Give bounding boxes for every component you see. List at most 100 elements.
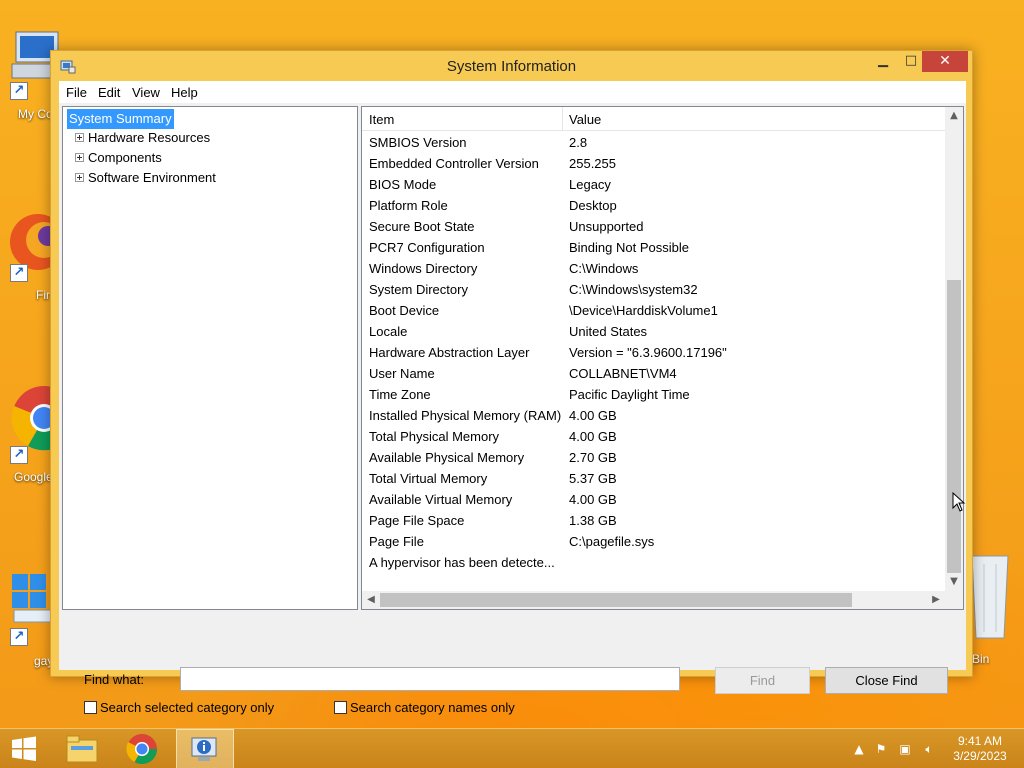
row-value-cell: 2.8 — [569, 135, 588, 150]
table-row[interactable]: Installed Physical Memory (RAM) 4.00 GB — [362, 405, 945, 426]
row-value-cell: Unsupported — [569, 219, 644, 234]
checkbox-label: Search selected category only — [100, 700, 275, 715]
taskbar-system-information[interactable] — [176, 729, 234, 768]
row-value-cell: Legacy — [569, 177, 611, 192]
row-value-cell: 255.255 — [569, 156, 616, 171]
table-row[interactable]: A hypervisor has been detecte... — [362, 552, 945, 573]
horizontal-scrollbar[interactable]: ◀ ▶ — [362, 591, 945, 609]
row-item-cell: PCR7 Configuration — [369, 240, 485, 255]
expand-plus-icon[interactable] — [75, 153, 84, 162]
title-bar[interactable]: System Information ▁ □ ✕ — [51, 51, 972, 81]
minimize-icon: ▁ — [878, 53, 888, 68]
row-value-cell: Binding Not Possible — [569, 240, 689, 255]
windows-logo-icon — [12, 736, 36, 761]
row-value-cell: 2.70 GB — [569, 450, 617, 465]
close-button[interactable]: ✕ — [922, 51, 968, 72]
table-row[interactable]: User Name COLLABNET\VM4 — [362, 363, 945, 384]
show-hidden-icons-chevron-icon[interactable]: ▲ — [851, 741, 867, 757]
table-row[interactable]: Locale United States — [362, 321, 945, 342]
row-item-cell: System Directory — [369, 282, 468, 297]
row-value-cell: 4.00 GB — [569, 408, 617, 423]
desktop-icon-label: Google — [14, 470, 53, 484]
table-row[interactable]: Available Virtual Memory 4.00 GB — [362, 489, 945, 510]
network-icon[interactable]: ▣ — [897, 741, 913, 757]
volume-muted-icon[interactable]: 🔈︎ — [921, 741, 937, 757]
table-row[interactable]: Total Physical Memory 4.00 GB — [362, 426, 945, 447]
taskbar-chrome[interactable] — [118, 729, 166, 768]
table-row[interactable]: Windows Directory C:\Windows — [362, 258, 945, 279]
row-item-cell: SMBIOS Version — [369, 135, 467, 150]
row-value-cell: United States — [569, 324, 648, 339]
scroll-right-icon[interactable]: ▶ — [927, 591, 945, 609]
clock-time: 9:41 AM — [957, 734, 1003, 748]
taskbar-file-explorer[interactable] — [58, 729, 106, 768]
horizontal-scroll-thumb[interactable] — [380, 593, 852, 607]
scroll-up-icon[interactable]: ▲ — [945, 107, 963, 125]
row-item-cell: Total Physical Memory — [369, 429, 500, 444]
expand-plus-icon[interactable] — [75, 173, 84, 182]
table-row[interactable]: Embedded Controller Version 255.255 — [362, 153, 945, 174]
table-row[interactable]: Hardware Abstraction Layer Version = "6.3… — [362, 342, 945, 363]
row-item-cell: Locale — [369, 324, 408, 339]
menu-bar: File Edit View Help — [59, 81, 966, 103]
search-selected-category-checkbox[interactable]: Search selected category only — [84, 700, 284, 716]
maximize-icon: □ — [904, 53, 918, 68]
checkbox-box[interactable] — [84, 701, 97, 714]
row-item-cell: User Name — [369, 366, 435, 381]
action-center-flag-icon[interactable]: ⚑ — [873, 741, 889, 757]
table-row[interactable]: BIOS Mode Legacy — [362, 174, 945, 195]
vertical-scroll-thumb[interactable] — [947, 280, 961, 573]
table-row[interactable]: Available Physical Memory 2.70 GB — [362, 447, 945, 468]
start-button[interactable] — [0, 729, 48, 768]
find-button[interactable]: Find — [715, 667, 810, 694]
table-row[interactable]: PCR7 Configuration Binding Not Possible — [362, 237, 945, 258]
shortcut-arrow-icon: ↗ — [10, 628, 28, 646]
clock[interactable]: 9:41 AM 3/29/2023 — [948, 734, 1012, 764]
list-rows: SMBIOS Version 2.8 Embedded Controller Ver… — [362, 132, 945, 573]
tree-item-label: Components — [88, 150, 162, 165]
tree-item-system-summary[interactable]: System Summary — [67, 109, 174, 129]
table-row[interactable]: Time Zone Pacific Daylight Time — [362, 384, 945, 405]
table-row[interactable]: Boot Device \Device\HarddiskVolume1 — [362, 300, 945, 321]
menu-help[interactable]: Help — [171, 85, 198, 100]
row-item-cell: Boot Device — [369, 303, 440, 318]
minimize-button[interactable]: ▁ — [869, 51, 897, 72]
find-what-label: Find what: — [84, 672, 144, 687]
menu-file[interactable]: File — [66, 85, 87, 100]
table-row[interactable]: Page File C:\pagefile.sys — [362, 531, 945, 552]
tree-item-label: Software Environment — [88, 170, 216, 185]
scroll-down-icon[interactable]: ▼ — [945, 573, 963, 591]
row-value-cell: COLLABNET\VM4 — [569, 366, 677, 381]
column-header-value[interactable]: Value — [569, 112, 601, 127]
row-item-cell: Secure Boot State — [369, 219, 475, 234]
window-client-area: File Edit View Help System Summary Hardw… — [59, 81, 966, 715]
maximize-button[interactable]: □ — [897, 51, 925, 72]
column-divider[interactable] — [562, 107, 563, 131]
table-row[interactable]: Page File Space 1.38 GB — [362, 510, 945, 531]
table-row[interactable]: Total Virtual Memory 5.37 GB — [362, 468, 945, 489]
vertical-scrollbar[interactable]: ▲ ▼ — [945, 107, 963, 591]
tree-item-label: Hardware Resources — [88, 130, 211, 145]
row-item-cell: Time Zone — [369, 387, 431, 402]
table-row[interactable]: System Directory C:\Windows\system32 — [362, 279, 945, 300]
expand-plus-icon[interactable] — [75, 133, 84, 142]
desktop-icon-label: Bin — [972, 652, 990, 666]
shortcut-arrow-icon: ↗ — [10, 82, 28, 100]
column-header-item[interactable]: Item — [369, 112, 394, 127]
menu-edit[interactable]: Edit — [98, 85, 120, 100]
table-row[interactable]: Platform Role Desktop — [362, 195, 945, 216]
row-item-cell: Installed Physical Memory (RAM) — [369, 408, 562, 423]
row-value-cell: Pacific Daylight Time — [569, 387, 690, 402]
table-row[interactable]: SMBIOS Version 2.8 — [362, 132, 945, 153]
menu-view[interactable]: View — [132, 85, 160, 100]
close-find-button[interactable]: Close Find — [825, 667, 948, 694]
table-row[interactable]: Secure Boot State Unsupported — [362, 216, 945, 237]
row-item-cell: Windows Directory — [369, 261, 478, 276]
search-category-names-checkbox[interactable]: Search category names only — [334, 700, 534, 716]
row-value-cell: \Device\HarddiskVolume1 — [569, 303, 718, 318]
find-what-input[interactable] — [180, 667, 680, 691]
category-tree[interactable]: System Summary Hardware Resources Compon… — [62, 106, 358, 610]
checkbox-box[interactable] — [334, 701, 347, 714]
scroll-left-icon[interactable]: ◀ — [362, 591, 380, 609]
details-list[interactable]: Item Value SMBIOS Version 2.8 Embedded Con… — [361, 106, 964, 610]
